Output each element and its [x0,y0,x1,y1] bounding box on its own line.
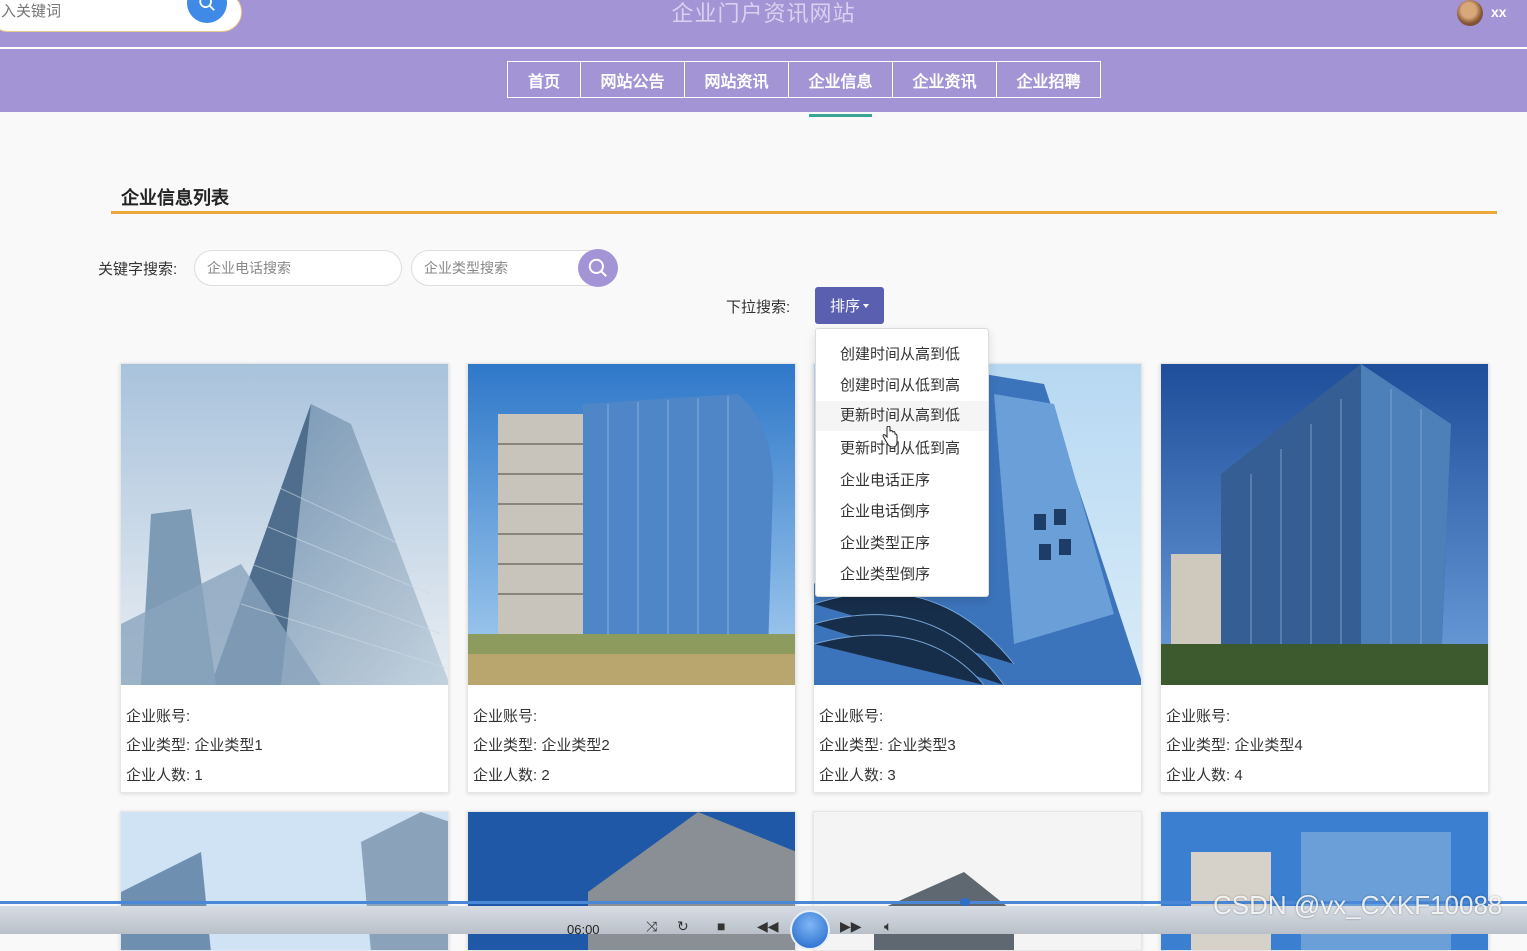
avatar[interactable] [1457,0,1483,26]
page-title: 企业信息列表 [121,188,229,208]
sort-option[interactable]: 创建时间从低到高 [840,374,960,395]
company-image[interactable] [1161,364,1488,685]
search-button[interactable] [578,249,618,287]
shuffle-icon[interactable]: ⤨ [646,918,657,935]
building-image [121,364,448,685]
volume-icon[interactable]: 🔈︎ [884,918,892,935]
nav-company-news[interactable]: 企业资讯 [892,61,997,98]
building-image [1161,364,1488,685]
company-type: 企业类型: 企业类型2 [473,737,610,754]
sort-option[interactable]: 企业类型正序 [840,532,930,553]
hand-cursor-icon [882,426,898,448]
nav-active-indicator [809,114,872,117]
company-image[interactable] [121,364,448,685]
nav-announcements[interactable]: 网站公告 [580,61,685,98]
username[interactable]: xx [1491,4,1507,20]
sort-option[interactable]: 企业电话倒序 [840,500,930,521]
keyword-search-label: 关键字搜索: [98,261,178,278]
sort-option[interactable]: 更新时间从高到低 [816,401,988,431]
watermark: CSDN @vx_CXKF10088 [1213,890,1503,920]
company-account: 企业账号: [1166,708,1231,725]
nav-recruitment[interactable]: 企业招聘 [996,61,1101,98]
company-account: 企业账号: [819,708,884,725]
company-headcount: 企业人数: 2 [473,767,550,784]
sort-button-label: 排序 [829,298,860,315]
company-headcount: 企业人数: 1 [126,767,203,784]
repeat-icon[interactable]: ↻ [677,918,689,935]
play-button[interactable] [790,910,830,950]
company-card[interactable]: 企业账号: 企业类型: 企业类型1 企业人数: 1 [120,363,449,793]
company-card[interactable]: 企业账号: 企业类型: 企业类型2 企业人数: 2 [467,363,796,793]
top-header: 企业门户资讯网站 xx [0,0,1527,47]
company-type: 企业类型: 企业类型1 [126,737,263,754]
dropdown-search-label: 下拉搜索: [726,299,791,316]
title-divider [111,211,1497,214]
phone-search-input[interactable]: 企业电话搜索 [194,250,402,286]
sort-option[interactable]: 企业电话正序 [840,469,930,490]
nav-site-news[interactable]: 网站资讯 [684,61,789,98]
site-title: 企业门户资讯网站 [671,1,856,26]
company-account: 企业账号: [126,708,191,725]
navbar: 首页 网站公告 网站资讯 企业信息 企业资讯 企业招聘 [0,49,1527,112]
sort-dropdown-button[interactable]: 排序 [815,287,884,324]
building-image [468,364,795,685]
company-headcount: 企业人数: 4 [1166,767,1243,784]
fast-forward-icon[interactable]: ▶▶ [840,918,862,935]
rewind-icon[interactable]: ◀◀ [757,918,779,935]
nav-company-info[interactable]: 企业信息 [788,61,893,98]
company-image[interactable] [468,364,795,685]
company-card[interactable]: 企业账号: 企业类型: 企业类型4 企业人数: 4 [1160,363,1489,793]
search-icon [588,258,607,277]
caret-down-icon [863,303,869,308]
sort-option[interactable]: 更新时间从低到高 [840,437,960,458]
sort-option[interactable]: 企业类型倒序 [840,563,930,584]
stop-icon[interactable]: ■ [717,918,725,934]
company-type: 企业类型: 企业类型3 [819,737,956,754]
sort-dropdown-menu: 创建时间从高到低 创建时间从低到高 更新时间从高到低 更新时间从低到高 企业电话… [815,328,989,597]
company-type: 企业类型: 企业类型4 [1166,737,1303,754]
company-account: 企业账号: [473,708,538,725]
main-nav: 首页 网站公告 网站资讯 企业信息 企业资讯 企业招聘 [507,61,1101,98]
sort-option[interactable]: 创建时间从高到低 [840,343,960,364]
company-headcount: 企业人数: 3 [819,767,896,784]
video-progress-handle[interactable] [960,898,970,906]
nav-home[interactable]: 首页 [507,61,581,98]
video-time: 06:00 [567,922,600,937]
